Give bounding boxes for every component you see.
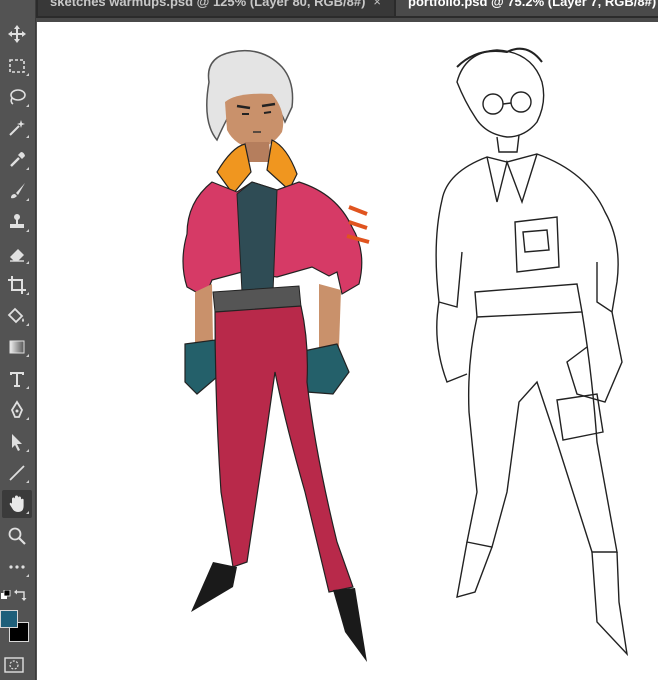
paint-bucket-tool[interactable] xyxy=(2,302,32,330)
lasso-icon xyxy=(10,89,26,105)
path-selection-tool[interactable] xyxy=(2,428,32,456)
submenu-indicator xyxy=(26,386,29,389)
tab-label: sketches warmups.psd @ 125% (Layer 80, R… xyxy=(50,0,366,9)
submenu-indicator xyxy=(26,574,29,577)
gradient-tool[interactable] xyxy=(2,333,32,361)
submenu-indicator xyxy=(26,480,29,483)
zoom-tool[interactable] xyxy=(2,522,32,550)
tab-label: portfolio.psd @ 75.2% (Layer 7, RGB/8#) xyxy=(408,0,657,9)
paint-bucket-icon xyxy=(7,307,24,324)
type-icon xyxy=(10,372,24,387)
brush-icon xyxy=(11,183,25,199)
brush-tool[interactable] xyxy=(2,177,32,205)
swap-colors-icon[interactable] xyxy=(13,588,29,602)
eraser-icon xyxy=(10,249,24,262)
gradient-icon xyxy=(9,340,25,354)
eraser-tool[interactable] xyxy=(2,240,32,268)
colored-character-figure xyxy=(182,49,370,662)
foreground-color-swatch[interactable] xyxy=(0,610,18,628)
move-tool[interactable] xyxy=(2,20,32,48)
default-colors-icon[interactable] xyxy=(1,590,11,600)
submenu-indicator xyxy=(26,198,29,201)
submenu-indicator xyxy=(26,167,29,170)
submenu-indicator xyxy=(26,104,29,107)
submenu-indicator xyxy=(26,135,29,138)
document-tab-bar: sketches warmups.psd @ 125% (Layer 80, R… xyxy=(0,0,658,22)
submenu-indicator xyxy=(26,229,29,232)
crop-tool[interactable] xyxy=(2,271,32,299)
ellipsis-icon xyxy=(9,565,25,569)
hand-icon xyxy=(9,495,24,512)
line-tool[interactable] xyxy=(2,459,32,487)
zoom-icon xyxy=(8,527,26,545)
move-icon xyxy=(8,25,26,43)
marquee-icon xyxy=(9,59,25,73)
lasso-tool[interactable] xyxy=(2,83,32,111)
submenu-indicator xyxy=(26,511,29,514)
document-tab-portfolio[interactable]: portfolio.psd @ 75.2% (Layer 7, RGB/8#) xyxy=(396,0,658,16)
crop-icon xyxy=(8,276,26,294)
arrow-icon xyxy=(12,434,22,451)
document-canvas[interactable] xyxy=(37,22,658,680)
submenu-indicator xyxy=(26,73,29,76)
magic-wand-tool[interactable] xyxy=(2,114,32,142)
eyedropper-icon xyxy=(10,152,25,167)
pen-icon xyxy=(10,400,24,418)
submenu-indicator xyxy=(26,417,29,420)
more-tools[interactable] xyxy=(2,553,32,581)
stamp-icon xyxy=(10,214,24,228)
tools-panel xyxy=(0,0,36,680)
submenu-indicator xyxy=(26,449,29,452)
quick-mask-icon[interactable] xyxy=(4,657,24,673)
document-tab-sketches[interactable]: sketches warmups.psd @ 125% (Layer 80, R… xyxy=(38,0,394,16)
magic-wand-icon xyxy=(9,120,25,136)
type-tool[interactable] xyxy=(2,365,32,393)
marquee-tool[interactable] xyxy=(2,52,32,80)
pen-tool[interactable] xyxy=(2,396,32,424)
hand-tool[interactable] xyxy=(2,490,32,518)
lineart-character-figure xyxy=(435,47,629,657)
close-icon[interactable]: × xyxy=(373,0,381,9)
submenu-indicator xyxy=(26,292,29,295)
submenu-indicator xyxy=(26,323,29,326)
eyedropper-tool[interactable] xyxy=(2,146,32,174)
submenu-indicator xyxy=(26,354,29,357)
stamp-tool[interactable] xyxy=(2,208,32,236)
artwork xyxy=(182,47,629,662)
submenu-indicator xyxy=(26,261,29,264)
line-icon xyxy=(9,465,25,481)
